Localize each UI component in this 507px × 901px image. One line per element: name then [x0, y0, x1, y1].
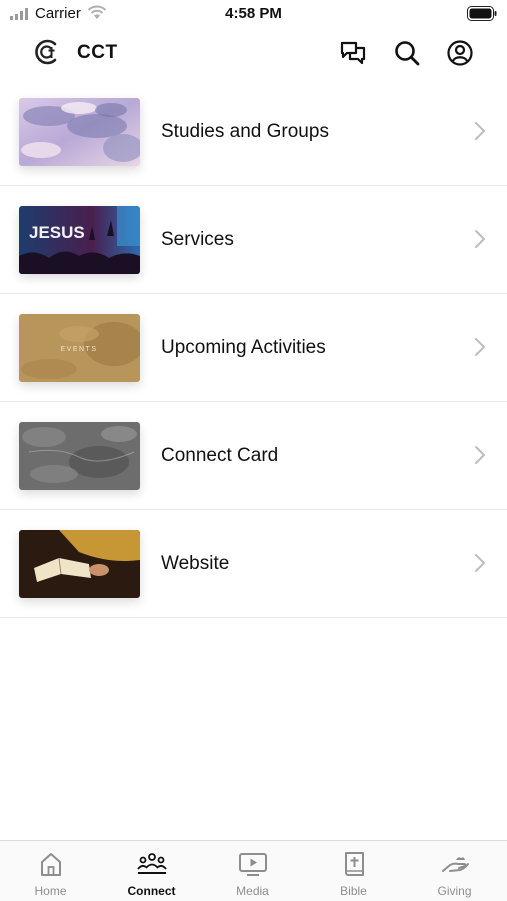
list-item-studies-and-groups[interactable]: Studies and Groups [0, 78, 507, 186]
app-title: CCT [77, 42, 118, 63]
tab-label: Media [236, 884, 269, 898]
tab-giving[interactable]: Giving [404, 841, 505, 901]
status-bar: Carrier 4:58 PM [0, 0, 507, 28]
chat-icon[interactable] [338, 38, 368, 68]
tab-connect[interactable]: Connect [101, 841, 202, 901]
list-item-services[interactable]: JESUS Services [0, 186, 507, 294]
connect-list: Studies and Groups JESUS Services EVENTS… [0, 78, 507, 618]
people-icon [137, 853, 167, 874]
bible-icon [345, 852, 364, 876]
battery-icon [467, 6, 497, 21]
tab-label: Connect [127, 884, 176, 898]
events-thumb-text: EVENTS [60, 346, 97, 353]
list-item-label: Upcoming Activities [161, 337, 326, 358]
play-screen-icon [239, 853, 267, 876]
home-icon [41, 853, 61, 876]
events-image: EVENTS [19, 314, 140, 382]
status-time: 4:58 PM [225, 5, 282, 22]
worship-concert-image: JESUS [19, 206, 140, 274]
stone-texture-image [19, 422, 140, 490]
church-logo-icon [35, 39, 57, 65]
tab-label: Home [34, 884, 67, 898]
tab-bible[interactable]: Bible [303, 841, 404, 901]
list-item-label: Studies and Groups [161, 121, 329, 142]
list-item-website[interactable]: Website [0, 510, 507, 618]
chevron-right-icon [475, 338, 485, 356]
tab-label: Bible [340, 884, 367, 898]
chevron-right-icon [475, 230, 485, 248]
list-item-connect-card[interactable]: Connect Card [0, 402, 507, 510]
tab-label: Giving [437, 884, 472, 898]
search-icon[interactable] [392, 38, 422, 68]
profile-icon[interactable] [445, 38, 475, 68]
tab-media[interactable]: Media [202, 841, 303, 901]
app-header: CCT [0, 28, 507, 78]
clouds-image [19, 98, 140, 166]
chevron-right-icon [475, 122, 485, 140]
open-bible-image [19, 530, 140, 598]
list-item-label: Website [161, 553, 230, 574]
tab-bar: Home Connect Media Bible Giving [0, 840, 507, 901]
giving-hand-icon [442, 857, 469, 872]
list-item-upcoming-activities[interactable]: EVENTS Upcoming Activities [0, 294, 507, 402]
chevron-right-icon [475, 554, 485, 572]
chevron-right-icon [475, 446, 485, 464]
list-item-label: Connect Card [161, 445, 279, 466]
tab-home[interactable]: Home [0, 841, 101, 901]
list-item-label: Services [161, 229, 234, 250]
jesus-thumb-text: JESUS [29, 223, 85, 242]
